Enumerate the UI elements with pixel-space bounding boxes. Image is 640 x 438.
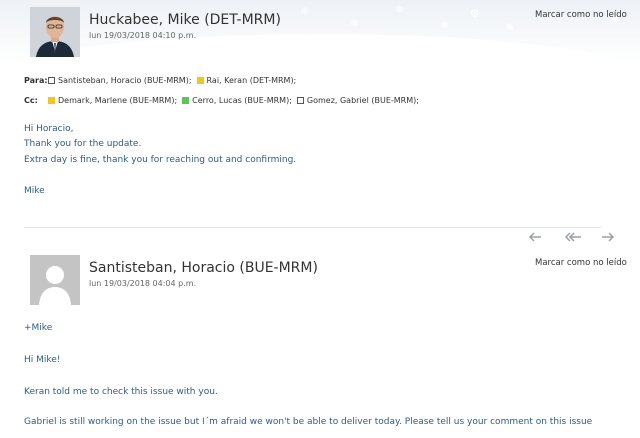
recipient[interactable]: Rai, Keran (DET-MRM);	[196, 76, 297, 85]
sender-name[interactable]: Santisteban, Horacio (BUE-MRM)	[89, 260, 318, 276]
body-line: Hi Horacio,	[24, 124, 74, 134]
body-line: Extra day is fine, thank you for reachin…	[24, 155, 297, 165]
snowflake-decoration: ❆	[470, 7, 480, 20]
body-line: Hi Mike!	[24, 355, 61, 365]
mark-unread-link[interactable]: Marcar como no leído	[535, 10, 627, 20]
reply-all-icon[interactable]	[564, 231, 582, 247]
recipient[interactable]: Demark, Marlene (BUE-MRM);	[48, 96, 177, 105]
recipient-name: Demark, Marlene (BUE-MRM);	[58, 96, 178, 105]
mark-unread-link[interactable]: Marcar como no leído	[535, 258, 627, 268]
category-square-icon	[182, 97, 190, 104]
snowflake-decoration: ❄	[350, 17, 360, 30]
recipient[interactable]: Santisteban, Horacio (BUE-MRM);	[48, 76, 192, 85]
body-line: Gabriel is still working on the issue bu…	[24, 417, 593, 427]
recipient-name: Cerro, Lucas (BUE-MRM);	[192, 96, 292, 105]
sender-avatar[interactable]	[30, 7, 80, 57]
recipient[interactable]: Cerro, Lucas (BUE-MRM);	[182, 96, 292, 105]
category-square-icon	[196, 77, 204, 84]
snowflake-decoration: ❄	[440, 19, 450, 32]
reply-icon[interactable]	[528, 231, 542, 247]
category-square-icon	[48, 97, 55, 104]
recipient-name: Gomez, Gabriel (BUE-MRM);	[306, 96, 419, 105]
body-line: Keran told me to check this issue with y…	[24, 387, 218, 397]
to-row: Para: Santisteban, Horacio (BUE-MRM); Ra…	[24, 76, 301, 85]
snowflake-decoration: ❅	[395, 3, 405, 16]
body-line: Thank you for the update.	[24, 139, 142, 149]
to-label: Para:	[24, 76, 48, 85]
body-line: +Mike	[24, 323, 53, 333]
message-divider	[24, 227, 601, 228]
snowflake-decoration: ❄	[505, 21, 515, 34]
sent-datetime: lun 19/03/2018 04:04 p.m.	[89, 279, 197, 288]
sender-name[interactable]: Huckabee, Mike (DET-MRM)	[89, 12, 281, 28]
forward-icon[interactable]	[601, 231, 615, 247]
cc-row: Cc: Demark, Marlene (BUE-MRM); Cerro, Lu…	[24, 96, 424, 105]
snowflake-decoration: ❄	[300, 5, 310, 18]
recipient-name: Santisteban, Horacio (BUE-MRM);	[58, 76, 192, 85]
body-line: Mike	[24, 186, 45, 196]
recipient[interactable]: Gomez, Gabriel (BUE-MRM);	[296, 96, 419, 105]
category-square-icon	[48, 77, 55, 84]
cc-label: Cc:	[24, 96, 38, 105]
category-square-icon	[296, 97, 304, 104]
default-avatar-icon[interactable]	[30, 255, 80, 305]
sent-datetime: lun 19/03/2018 04:10 p.m.	[89, 31, 197, 40]
recipient-name: Rai, Keran (DET-MRM);	[206, 76, 297, 85]
